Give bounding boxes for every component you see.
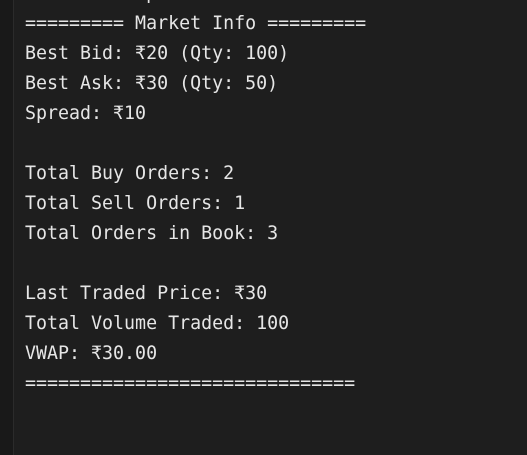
blank-line xyxy=(25,129,366,159)
spread-line: Spread: ₹10 xyxy=(25,103,147,124)
best-ask-line: Best Ask: ₹30 (Qty: 50) xyxy=(25,73,279,94)
terminal-output[interactable]: Select an option: 3 ========= Market Inf… xyxy=(14,0,527,455)
total-orders-line: Total Orders in Book: 3 xyxy=(25,223,279,244)
terminal-gutter xyxy=(0,0,14,455)
total-volume-line: Total Volume Traded: 100 xyxy=(25,313,290,334)
prompt-line: Select an option: 3 xyxy=(25,0,366,9)
market-info-header: ========= Market Info ========= xyxy=(25,13,367,34)
best-bid-line: Best Bid: ₹20 (Qty: 100) xyxy=(25,43,290,64)
vwap-line: VWAP: ₹30.00 xyxy=(25,343,158,364)
total-buy-orders-line: Total Buy Orders: 2 xyxy=(25,163,235,184)
last-traded-price-line: Last Traded Price: ₹30 xyxy=(25,283,268,304)
total-sell-orders-line: Total Sell Orders: 1 xyxy=(25,193,246,214)
terminal-lines: Select an option: 3 ========= Market Inf… xyxy=(25,0,366,399)
blank-line xyxy=(25,249,366,279)
footer-divider-line: ============================== xyxy=(25,373,356,394)
